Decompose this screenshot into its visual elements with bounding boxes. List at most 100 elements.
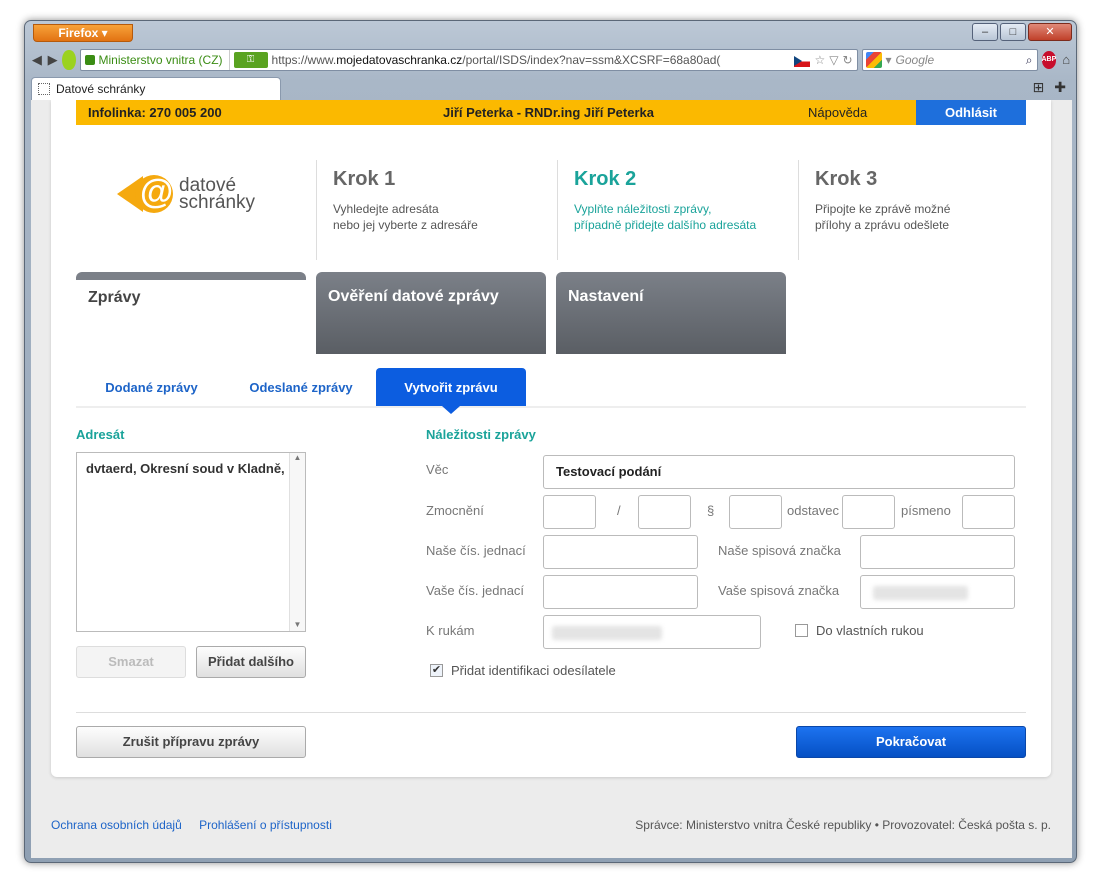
continue-button[interactable]: Pokračovat [796, 726, 1026, 758]
lock-icon [84, 55, 95, 65]
step-3: Krok 3 Připojte ke zprávě možné přílohy … [798, 160, 1039, 260]
pismeno-input[interactable] [962, 495, 1015, 529]
help-link[interactable]: Nápověda [808, 105, 867, 120]
url-text[interactable]: https://www.mojedatovaschranka.cz/portal… [272, 53, 721, 67]
adblock-icon[interactable]: ABP [1041, 51, 1057, 69]
back-icon[interactable]: ◀ [31, 51, 43, 69]
to-hands-input[interactable] [543, 615, 761, 649]
home-icon[interactable]: ⌂ [1060, 51, 1072, 69]
subtab-delivered[interactable]: Dodané zprávy [94, 368, 209, 406]
footer-operator: Správce: Ministerstvo vnitra České repub… [635, 818, 1051, 832]
authorization-number-input[interactable] [543, 495, 596, 529]
page-favicon-icon [38, 83, 50, 95]
footer-links: Ochrana osobních údajů Prohlášení o přís… [51, 818, 346, 832]
site-identity[interactable]: Ministerstvo vnitra (CZ) [81, 50, 230, 70]
bookmark-star-icon[interactable]: ☆ [814, 53, 825, 67]
page-viewport: Infolinka: 270 005 200 Jiří Peterka - RN… [31, 100, 1072, 858]
tab-overeni[interactable]: Ověření datové zprávy [316, 272, 546, 354]
info-bar: Infolinka: 270 005 200 Jiří Peterka - RN… [76, 100, 1026, 125]
add-sender-id-checkbox[interactable]: ✔ [430, 664, 443, 677]
your-file-input[interactable] [860, 575, 1015, 609]
step-title: Krok 1 [333, 168, 396, 190]
search-dropdown-icon[interactable]: ▾ [886, 53, 892, 67]
paragraph-sign: § [707, 503, 715, 518]
addon-icon[interactable] [62, 50, 76, 70]
datove-schranky-logo[interactable]: datové schránky [117, 173, 256, 213]
authorization-year-input[interactable] [638, 495, 691, 529]
subtab-create[interactable]: Vytvořit zprávu [376, 368, 526, 414]
scroll-down-icon[interactable]: ▼ [290, 620, 305, 629]
slash-separator: / [617, 503, 621, 518]
delete-recipient-button[interactable]: Smazat [76, 646, 186, 678]
paragraph-input[interactable] [729, 495, 782, 529]
recipient-value[interactable]: dvtaerd, Okresní soud v Kladně, [86, 461, 285, 476]
step-2: Krok 2 Vyplňte náležitosti zprávy, přípa… [557, 160, 798, 260]
tab-strip: Datové schránky ⊞ ✚ [31, 76, 1072, 100]
accessibility-link[interactable]: Prohlášení o přístupnosti [199, 818, 332, 832]
search-magnifier-icon[interactable]: ⌕ [1026, 53, 1037, 68]
recipient-heading: Adresát [76, 427, 125, 442]
subject-label: Věc [426, 462, 449, 477]
your-ref-input[interactable] [543, 575, 698, 609]
browser-tab-active[interactable]: Datové schránky [31, 77, 281, 100]
forward-icon[interactable]: ▶ [47, 51, 59, 69]
personal-delivery-checkbox[interactable] [795, 624, 808, 637]
url-bar[interactable]: Ministerstvo vnitra (CZ) ⚿ https://www.m… [79, 49, 858, 71]
authorization-label: Zmocnění [426, 503, 484, 518]
step-title: Krok 3 [815, 168, 878, 190]
key-icon: ⚿ [233, 52, 268, 68]
minimize-button[interactable]: – [972, 23, 998, 41]
subject-input[interactable]: Testovací podání [543, 455, 1015, 489]
content-card: Infolinka: 270 005 200 Jiří Peterka - RN… [51, 100, 1051, 777]
cancel-message-button[interactable]: Zrušit přípravu zprávy [76, 726, 306, 758]
navigation-toolbar: ◀ ▶ Ministerstvo vnitra (CZ) ⚿ https://w… [31, 47, 1072, 73]
step-1: Krok 1 Vyhledejte adresáta nebo jej vybe… [316, 160, 557, 260]
at-sign-icon [135, 173, 173, 213]
scroll-up-icon[interactable]: ▲ [290, 453, 305, 462]
new-tab-icon[interactable]: ✚ [1054, 79, 1066, 96]
infoline-phone: Infolinka: 270 005 200 [88, 105, 222, 120]
reload-icon[interactable]: ↻ [842, 53, 852, 67]
odstavec-label: odstavec [787, 503, 840, 518]
browser-tab-title: Datové schránky [56, 82, 146, 96]
history-dropdown-icon[interactable]: ▽ [829, 53, 838, 67]
our-file-label: Naše spisová značka [718, 543, 841, 558]
recipient-scrollbar[interactable]: ▲ ▼ [289, 453, 305, 631]
step-description: Vyplňte náležitosti zprávy, případně při… [574, 202, 757, 232]
privacy-link[interactable]: Ochrana osobních údajů [51, 818, 182, 832]
main-tabs: Zprávy Ověření datové zprávy Nastavení [76, 272, 786, 354]
redacted-value [552, 626, 662, 640]
window-controls: – □ ✕ [972, 23, 1072, 41]
search-input[interactable]: Google [896, 53, 935, 67]
step-description: Připojte ke zprávě možné přílohy a zpráv… [815, 202, 951, 232]
firefox-menu-button[interactable]: Firefox ▾ [33, 24, 133, 42]
your-ref-label: Vaše čís. jednací [426, 583, 525, 598]
tab-zpravy[interactable]: Zprávy [76, 272, 306, 354]
google-icon[interactable] [865, 52, 882, 68]
message-details-heading: Náležitosti zprávy [426, 427, 536, 442]
add-sender-id-label: Přidat identifikaci odesílatele [451, 663, 616, 678]
odstavec-input[interactable] [842, 495, 895, 529]
our-file-input[interactable] [860, 535, 1015, 569]
your-file-label: Vaše spisová značka [718, 583, 840, 598]
close-window-button[interactable]: ✕ [1028, 23, 1072, 41]
our-ref-input[interactable] [543, 535, 698, 569]
search-bar[interactable]: ▾ Google ⌕ [861, 49, 1038, 71]
czech-flag-icon [794, 56, 811, 67]
browser-window: Firefox ▾ – □ ✕ ◀ ▶ Ministerstvo vnitra … [24, 20, 1077, 863]
our-ref-label: Naše čís. jednací [426, 543, 526, 558]
logout-button[interactable]: Odhlásit [916, 100, 1026, 125]
personal-delivery-label: Do vlastních rukou [816, 623, 924, 638]
sub-tabs: Dodané zprávy Odeslané zprávy Vytvořit z… [76, 368, 1026, 414]
wizard-steps: Krok 1 Vyhledejte adresáta nebo jej vybe… [316, 160, 1039, 260]
tab-groups-icon[interactable]: ⊞ [1033, 79, 1045, 96]
maximize-button[interactable]: □ [1000, 23, 1026, 41]
subtab-sent[interactable]: Odeslané zprávy [236, 368, 366, 406]
redacted-value [873, 586, 968, 600]
logo-text-line2: schránky [179, 192, 256, 213]
tab-nastaveni[interactable]: Nastavení [556, 272, 786, 354]
add-recipient-button[interactable]: Přidat dalšího [196, 646, 306, 678]
pismeno-label: písmeno [901, 503, 951, 518]
actions-divider [76, 712, 1026, 713]
recipient-list[interactable]: dvtaerd, Okresní soud v Kladně, ▲ ▼ [76, 452, 306, 632]
